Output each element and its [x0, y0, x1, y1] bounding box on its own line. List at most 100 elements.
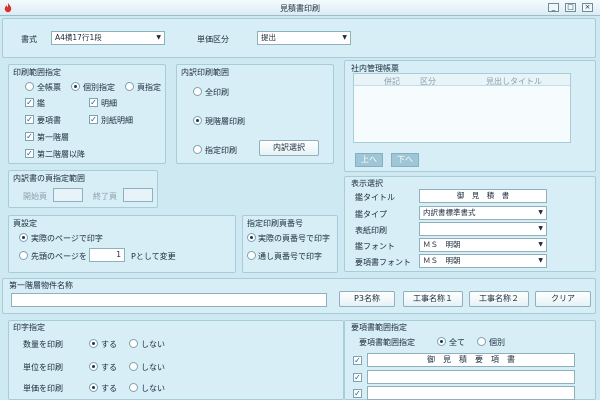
check-separate-detail-label: 別紙明細 [101, 116, 133, 125]
unit-no-label: しない [141, 363, 165, 372]
p3-name-button[interactable]: P3名称 [339, 291, 395, 307]
check-requirements[interactable]: ✓ [25, 115, 34, 124]
minimize-button[interactable]: _ [548, 3, 559, 12]
kagami-font-label: 鑑フォント [355, 242, 395, 251]
req-row-1-input[interactable] [367, 370, 575, 384]
radio-individual-label: 個別指定 [83, 83, 115, 92]
req-font-value: ＭＳ 明朝 [423, 256, 461, 265]
print-spec-title: 印字指定 [13, 323, 45, 332]
radio-current-layer-label: 現階層印刷 [205, 117, 245, 126]
radio-serial-number[interactable] [247, 251, 256, 260]
first-page-input[interactable]: 1 [89, 248, 125, 262]
req-all-label: 全て [449, 338, 465, 347]
print-range-panel: 印刷範囲指定 全帳票 個別指定 頁指定 ✓ 鑑 ✓ 明細 ✓ 要項書 ✓ 別紙明… [8, 64, 166, 164]
breakdown-panel: 内訳印刷範囲 全印刷 現階層印刷 指定印刷 内訳選択 [176, 64, 334, 164]
req-row-1-check[interactable]: ✓ [353, 356, 362, 365]
check-first-layer[interactable]: ✓ [25, 132, 34, 141]
display-panel: 表示選択 鑑タイトル 御 見 積 書 鑑タイプ 内訳書標準書式 ▼ 表紙印刷 ▼… [344, 176, 596, 272]
radio-first-page-label: 先頭のページを [31, 252, 87, 261]
breakdown-title: 内訳印刷範囲 [181, 68, 229, 77]
work-name-1-button[interactable]: 工事名称１ [403, 291, 463, 307]
page-setting-title: 頁設定 [13, 219, 37, 228]
start-page-label: 開始頁 [23, 192, 47, 201]
move-down-button[interactable]: 下へ [391, 153, 419, 167]
check-second-layer[interactable]: ✓ [25, 149, 34, 158]
kagami-type-select[interactable]: 内訳書標準書式 ▼ [419, 206, 547, 220]
radio-first-page[interactable] [19, 251, 28, 260]
work-name-2-button[interactable]: 工事名称２ [469, 291, 529, 307]
check-kagami-label: 鑑 [37, 99, 45, 108]
radio-print-all-label: 全印刷 [205, 88, 229, 97]
quantity-no-radio[interactable] [129, 339, 138, 348]
clear-button[interactable]: クリア [535, 291, 591, 307]
col-title: 見出しタイトル [486, 77, 542, 86]
req-individual-label: 個別 [489, 338, 505, 347]
req-all-radio[interactable] [437, 337, 446, 346]
req-row-2-check[interactable]: ✓ [353, 373, 362, 382]
maximize-button[interactable]: □ [565, 3, 576, 12]
radio-print-all[interactable] [193, 87, 202, 96]
kagami-font-select[interactable]: ＭＳ 明朝 ▼ [419, 238, 547, 252]
radio-specified-print-label: 指定印刷 [205, 146, 237, 155]
print-price-label: 単価を印刷 [23, 384, 63, 393]
first-layer-input[interactable] [11, 293, 327, 307]
col-heki: 併記 [384, 77, 400, 86]
req-font-label: 要項書フォント [355, 258, 411, 267]
quantity-no-label: しない [141, 340, 165, 349]
req-individual-radio[interactable] [477, 337, 486, 346]
radio-actual-page-label: 実際のページで印字 [31, 234, 103, 243]
format-select[interactable]: A4横17行1段 ▼ [51, 31, 165, 45]
radio-serial-number-label: 通し頁番号で印字 [258, 252, 322, 261]
display-title: 表示選択 [351, 179, 383, 188]
unit-price-value: 提出 [261, 33, 276, 42]
end-page-label: 終了頁 [93, 192, 117, 201]
req-range-title: 要項書範囲指定 [351, 323, 407, 332]
check-detail[interactable]: ✓ [89, 98, 98, 107]
move-up-button[interactable]: 上へ [355, 153, 383, 167]
unit-yes-label: する [101, 363, 117, 372]
format-label: 書式 [21, 35, 37, 44]
price-yes-label: する [101, 384, 117, 393]
cover-print-label: 表紙印刷 [355, 226, 387, 235]
req-row-2-input[interactable] [367, 386, 575, 400]
radio-current-layer[interactable] [193, 116, 202, 125]
cover-print-select[interactable]: ▼ [419, 222, 547, 236]
quantity-yes-radio[interactable] [89, 339, 98, 348]
check-requirements-label: 要項書 [37, 116, 61, 125]
format-value: A4横17行1段 [55, 33, 102, 42]
check-detail-label: 明細 [101, 99, 117, 108]
internal-forms-list[interactable]: 併記 区分 見出しタイトル [353, 73, 571, 143]
radio-actual-page[interactable] [19, 233, 28, 242]
kagami-title-label: 鑑タイトル [355, 193, 395, 202]
req-row-3-check[interactable]: ✓ [353, 389, 362, 398]
check-kagami[interactable]: ✓ [25, 98, 34, 107]
check-separate-detail[interactable]: ✓ [89, 115, 98, 124]
page-range-panel: 内訳書の頁指定範囲 開始頁 終了頁 [8, 170, 158, 208]
chevron-down-icon: ▼ [156, 34, 161, 41]
radio-individual[interactable] [71, 82, 80, 91]
end-page-input[interactable] [123, 188, 153, 202]
unit-price-label: 単価区分 [197, 35, 229, 44]
first-layer-title: 第一階層物件名称 [9, 281, 73, 290]
col-kubun: 区分 [420, 77, 436, 86]
req-header-cell: 御 見 積 要 項 書 [367, 353, 575, 367]
radio-page-spec[interactable] [125, 82, 134, 91]
check-second-layer-label: 第二階層以降 [37, 150, 85, 159]
breakdown-select-button[interactable]: 内訳選択 [259, 140, 319, 156]
price-no-radio[interactable] [129, 383, 138, 392]
kagami-type-value: 内訳書標準書式 [423, 208, 476, 217]
first-layer-panel: 第一階層物件名称 P3名称 工事名称１ 工事名称２ クリア [2, 278, 596, 314]
radio-specified-print[interactable] [193, 145, 202, 154]
start-page-input[interactable] [53, 188, 83, 202]
price-yes-radio[interactable] [89, 383, 98, 392]
radio-all-forms[interactable] [25, 82, 34, 91]
radio-actual-number[interactable] [247, 233, 256, 242]
first-page-suffix: Pとして変更 [131, 252, 176, 261]
kagami-title-input[interactable]: 御 見 積 書 [419, 189, 547, 203]
close-button[interactable]: × [582, 3, 593, 12]
req-font-select[interactable]: ＭＳ 明朝 ▼ [419, 254, 547, 268]
unit-no-radio[interactable] [129, 362, 138, 371]
unit-yes-radio[interactable] [89, 362, 98, 371]
window-title: 見積書印刷 [280, 4, 320, 13]
unit-price-select[interactable]: 提出 ▼ [257, 31, 351, 45]
